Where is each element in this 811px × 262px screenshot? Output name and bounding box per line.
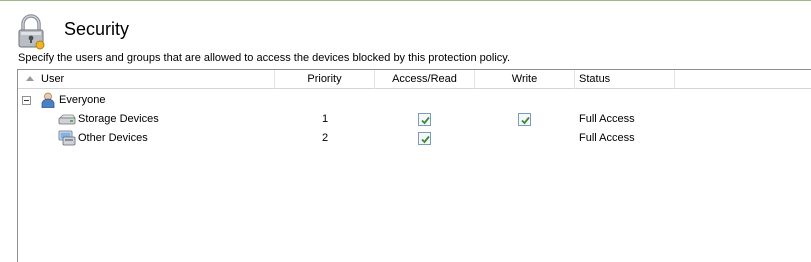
column-header-write[interactable]: Write [475,70,575,89]
column-header-status-label: Status [579,73,611,85]
section-header: Security [0,2,811,52]
priority-value: 1 [321,113,329,125]
column-header-user[interactable]: User [18,70,275,89]
status-value: Full Access [579,132,635,144]
column-header-access-read-label: Access/Read [392,73,457,85]
page-description: Specify the users and groups that are al… [18,52,511,64]
column-header-status[interactable]: Status [575,70,675,89]
priority-value: 2 [321,132,329,144]
other-devices-icon [58,130,76,146]
table-row[interactable]: Storage Devices 1 Full Access [18,110,811,129]
device-name: Other Devices [78,132,148,144]
column-header-row: User Priority Access/Read Write Status [18,70,811,89]
collapse-toggle-icon[interactable] [22,96,31,105]
permissions-grid[interactable]: User Priority Access/Read Write Status E… [17,69,811,262]
column-header-access-read[interactable]: Access/Read [375,70,475,89]
sort-ascending-icon [26,76,34,81]
column-header-priority[interactable]: Priority [275,70,375,89]
write-checkbox[interactable] [518,113,531,126]
padlock-icon [15,14,47,50]
user-icon [41,92,55,109]
column-header-priority-label: Priority [307,73,342,85]
column-header-write-label: Write [511,73,538,85]
access-read-checkbox[interactable] [418,113,431,126]
table-row-group-everyone[interactable]: Everyone [18,91,811,110]
table-row[interactable]: Other Devices 2 Full Access [18,129,811,148]
group-label: Everyone [59,94,106,106]
access-read-checkbox[interactable] [418,132,431,145]
status-value: Full Access [579,113,635,125]
page-title: Security [64,19,130,39]
device-name: Storage Devices [78,113,159,125]
column-header-user-label: User [41,73,65,85]
window-top-border [0,0,811,1]
storage-device-icon [58,113,76,127]
